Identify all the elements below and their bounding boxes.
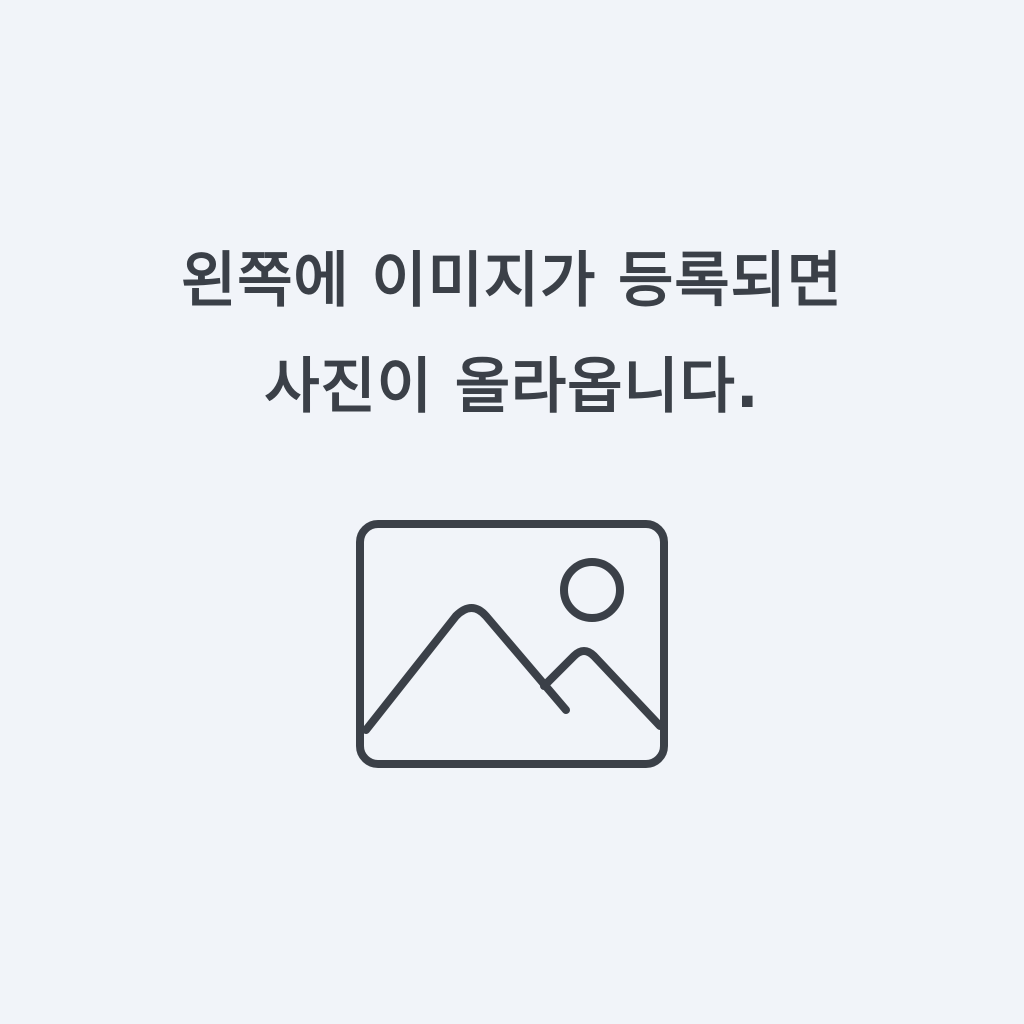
- image-icon-mountain-large: [362, 604, 570, 734]
- image-placeholder: 왼쪽에 이미지가 등록되면 사진이 올라옵니다.: [0, 0, 1024, 1024]
- image-icon-sun: [560, 558, 624, 622]
- image-icon: [356, 520, 668, 768]
- placeholder-message-line-1: 왼쪽에 이미지가 등록되면: [181, 246, 843, 316]
- placeholder-message: 왼쪽에 이미지가 등록되면 사진이 올라옵니다.: [0, 228, 1024, 440]
- placeholder-message-line-2: 사진이 올라옵니다.: [264, 352, 760, 422]
- image-icon-mountain-small: [540, 647, 664, 730]
